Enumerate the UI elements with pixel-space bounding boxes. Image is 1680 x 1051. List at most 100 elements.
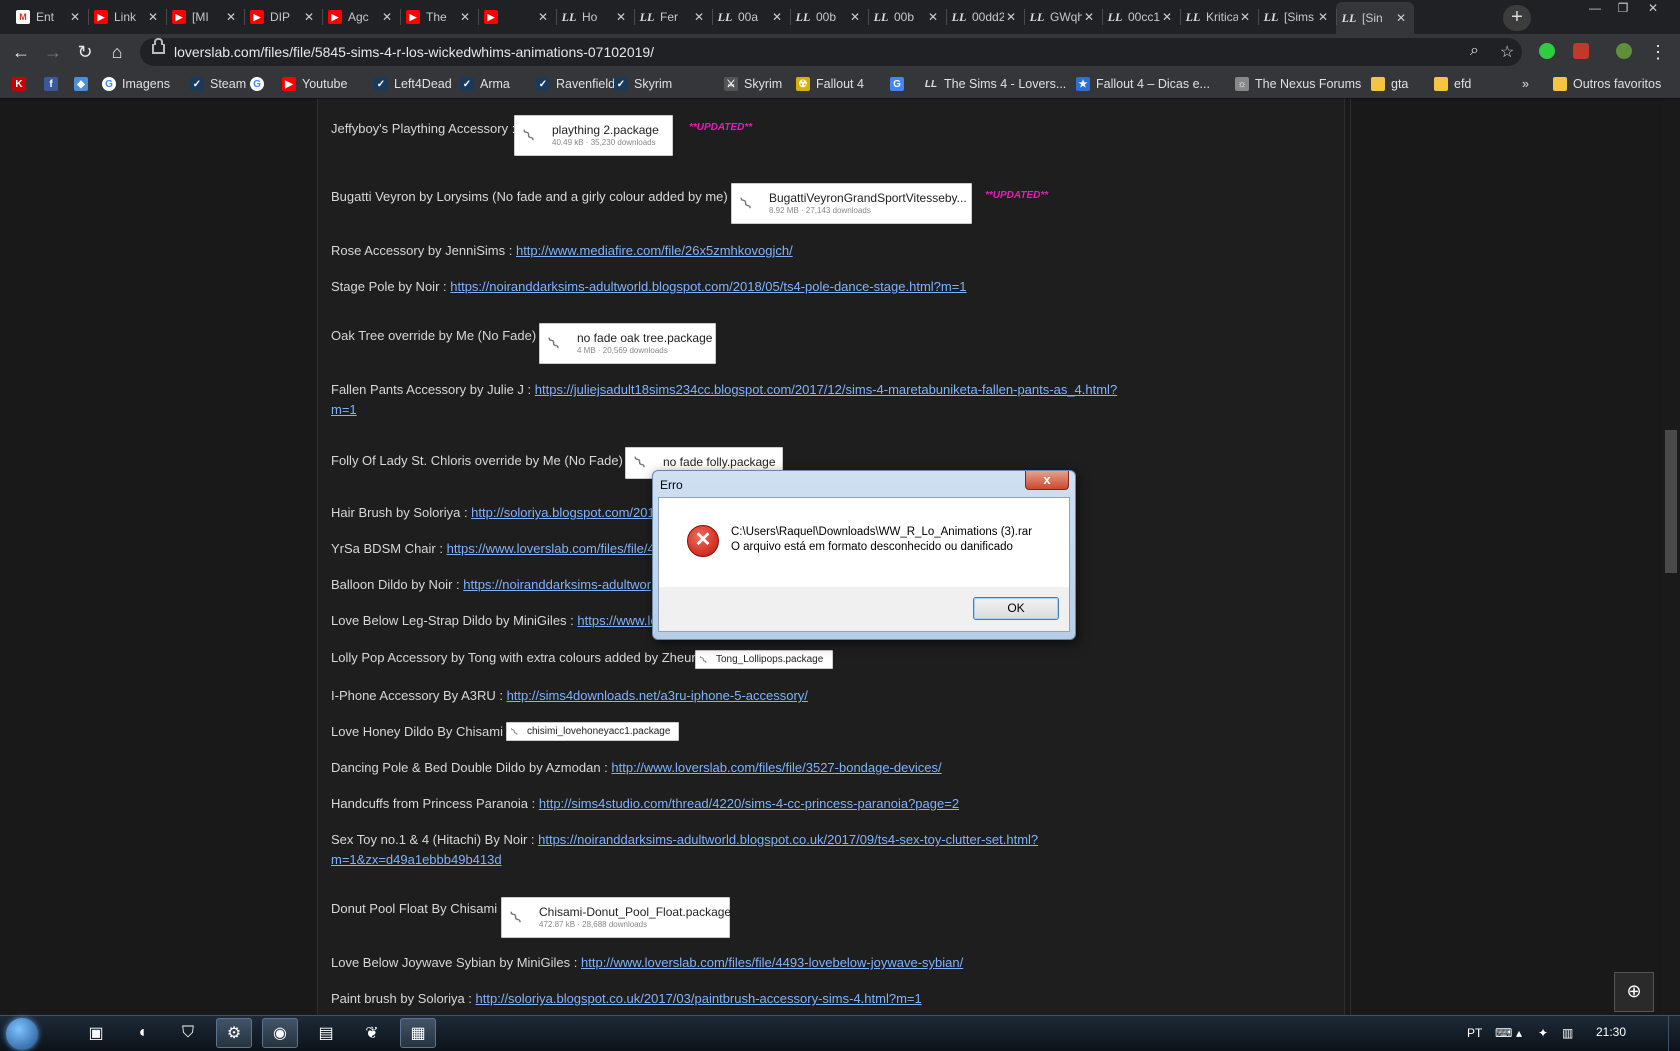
tab-close-icon[interactable]: ✕ [1316,10,1330,24]
tab[interactable]: M Ent ✕ [10,4,88,30]
shield-icon[interactable]: ⛉ [170,1018,206,1048]
attachment-file[interactable]: ⌇ chisimi_lovehoneyacc1.package [506,722,679,741]
tab-close-icon[interactable]: ✕ [614,10,628,24]
tab[interactable]: LL Kritical✕ [1180,4,1258,30]
bookmark-item[interactable]: ✓ Steam [190,75,246,93]
close-window-button[interactable]: ✕ [1640,0,1666,18]
profile-avatar[interactable] [1616,43,1632,59]
tab[interactable]: ▶ The ✕ [400,4,478,30]
bookmark-item[interactable]: ☢ Fallout 4 [796,75,864,93]
tab[interactable]: ▶ [MI ✕ [166,4,244,30]
tab-close-icon[interactable]: ✕ [848,10,862,24]
ok-button[interactable]: OK [973,597,1059,620]
winrar-icon[interactable]: ▦ [400,1018,436,1048]
scrollbar[interactable] [1662,99,1680,1015]
bookmark-item[interactable]: G [250,75,270,93]
bookmark-item[interactable]: efd [1434,75,1471,93]
row-link[interactable]: https://noiranddarksims-adultworld.blogs… [450,279,966,294]
menu-icon[interactable]: ⋮ [1647,41,1669,63]
show-desktop-button[interactable] [1668,1016,1680,1051]
attachment-file[interactable]: ⌇ Tong_Lollipops.package [695,650,833,669]
network-icon[interactable]: ▥ [1562,1026,1573,1040]
tab-close-icon[interactable]: ✕ [1082,10,1096,24]
row-link[interactable]: http://sims4downloads.net/a3ru-iphone-5-… [507,688,808,703]
bookmark-item[interactable]: f [44,75,64,93]
tab[interactable]: ▶ DIP ✕ [244,4,322,30]
tab[interactable]: LL 00b ✕ [790,4,868,30]
minimize-button[interactable]: — [1582,0,1608,18]
tab[interactable]: LL 00b ✕ [868,4,946,30]
attachment-file[interactable]: ⌇ no fade oak tree.package 4 MB · 20,569 d… [539,323,716,364]
row-link[interactable]: m=1&zx=d49a1ebbb49b413d [331,852,502,867]
extension-red-icon[interactable] [1573,43,1589,59]
bookmark-item[interactable]: » [1522,75,1529,93]
row-link[interactable]: http://soloriya.blogspot.co.uk/2017/03/p… [476,991,922,1006]
attachment-file[interactable]: ⌇ plaything 2.package 40.49 kB · 35,230 do… [514,115,673,156]
attachment-file[interactable]: ⌇ BugattiVeyronGrandSportVitesseby... 8.92… [731,183,972,224]
row-link[interactable]: https://noiranddarksims-adultworld.blogs… [538,832,1038,847]
scrollbar-thumb[interactable] [1665,430,1677,573]
row-link[interactable]: https://noiranddarksims-adultwor [463,577,651,592]
bookmark-item[interactable]: ▶ Youtube [282,75,347,93]
tab-close-icon[interactable]: ✕ [68,10,82,24]
home-icon[interactable]: ⌂ [106,41,128,63]
row-link[interactable]: http://www.loverslab.com/files/file/4493… [581,955,963,970]
tray-arrow-icon[interactable]: ▴ [1516,1026,1522,1040]
tab[interactable]: ▶ ✕ [478,4,556,30]
bookmark-item[interactable]: ☼ The Nexus Forums [1235,75,1361,93]
bookmark-item[interactable]: G [890,75,910,93]
tab-close-icon[interactable]: ✕ [302,10,316,24]
zoom-icon[interactable]: ⌕ [1470,42,1479,60]
leaf-icon[interactable]: ❦ [354,1018,390,1048]
bookmark-item[interactable]: LL The Sims 4 - Lovers... [924,75,1066,93]
tab-close-icon[interactable]: ✕ [1004,10,1018,24]
tab[interactable]: LL GWqh ✕ [1024,4,1102,30]
tab[interactable]: LL [Sims 4✕ [1258,4,1336,30]
row-link[interactable]: https://www.lo [577,613,657,628]
tab-close-icon[interactable]: ✕ [692,10,706,24]
chrome-icon[interactable]: ◉ [262,1018,298,1048]
reload-icon[interactable]: ↻ [74,41,96,63]
tab-close-icon[interactable]: ✕ [1394,11,1408,25]
dropbox-icon[interactable]: ✦ [1538,1026,1548,1040]
app-icon-1[interactable]: ▣ [78,1018,114,1048]
bookmark-item[interactable]: Outros favoritos [1553,75,1661,93]
extension-green-icon[interactable] [1539,43,1555,59]
row-link[interactable]: http://soloriya.blogspot.com/201 [471,505,655,520]
row-link[interactable]: https://www.loverslab.com/files/file/40 [447,541,662,556]
tab[interactable]: LL 00dd2.✕ [946,4,1024,30]
bookmark-item[interactable]: ✓ Ravenfield [536,75,615,93]
tab[interactable]: LL 00a ✕ [712,4,790,30]
row-link[interactable]: https://juliejsadult18sims234cc.blogspot… [535,382,1117,397]
tab[interactable]: ▶ Link ✕ [88,4,166,30]
tab[interactable]: LL 00cc1.g✕ [1102,4,1180,30]
tab[interactable]: LL Fer ✕ [634,4,712,30]
row-link[interactable]: http://www.loverslab.com/files/file/3527… [611,760,941,775]
bookmark-item[interactable]: K [12,75,32,93]
tab-close-icon[interactable]: ✕ [1160,10,1174,24]
tab[interactable]: LL [Sin ✕ [1336,2,1414,34]
tab[interactable]: ▶ Agc ✕ [322,4,400,30]
tab-close-icon[interactable]: ✕ [458,10,472,24]
steam-icon[interactable]: ⚙ [216,1018,252,1048]
tab-close-icon[interactable]: ✕ [146,10,160,24]
bookmark-item[interactable]: ⚔ Skyrim [724,75,782,93]
bookmark-item[interactable]: ✓ Arma [460,75,510,93]
dialog-close-button[interactable]: x [1025,471,1069,490]
maximize-button[interactable]: ❐ [1610,0,1636,18]
tab-close-icon[interactable]: ✕ [770,10,784,24]
tab-close-icon[interactable]: ✕ [536,10,550,24]
forward-icon[interactable]: → [42,41,64,63]
keyboard-icon[interactable]: ⌨ [1495,1026,1512,1040]
app-icon-6[interactable]: ▤ [308,1018,344,1048]
attachment-file[interactable]: ⌇ Chisami-Donut_Pool_Float.package 472.87 … [501,897,731,938]
tab-close-icon[interactable]: ✕ [380,10,394,24]
tab-close-icon[interactable]: ✕ [926,10,940,24]
start-button[interactable] [6,1018,38,1050]
bookmark-star-icon[interactable]: ☆ [1500,42,1514,62]
row-link[interactable]: m=1 [331,402,357,417]
tab-close-icon[interactable]: ✕ [224,10,238,24]
bookmark-item[interactable]: ✓ Left4Dead [374,75,452,93]
bookmark-item[interactable]: G Imagens [102,75,170,93]
back-icon[interactable]: ← [10,41,32,63]
